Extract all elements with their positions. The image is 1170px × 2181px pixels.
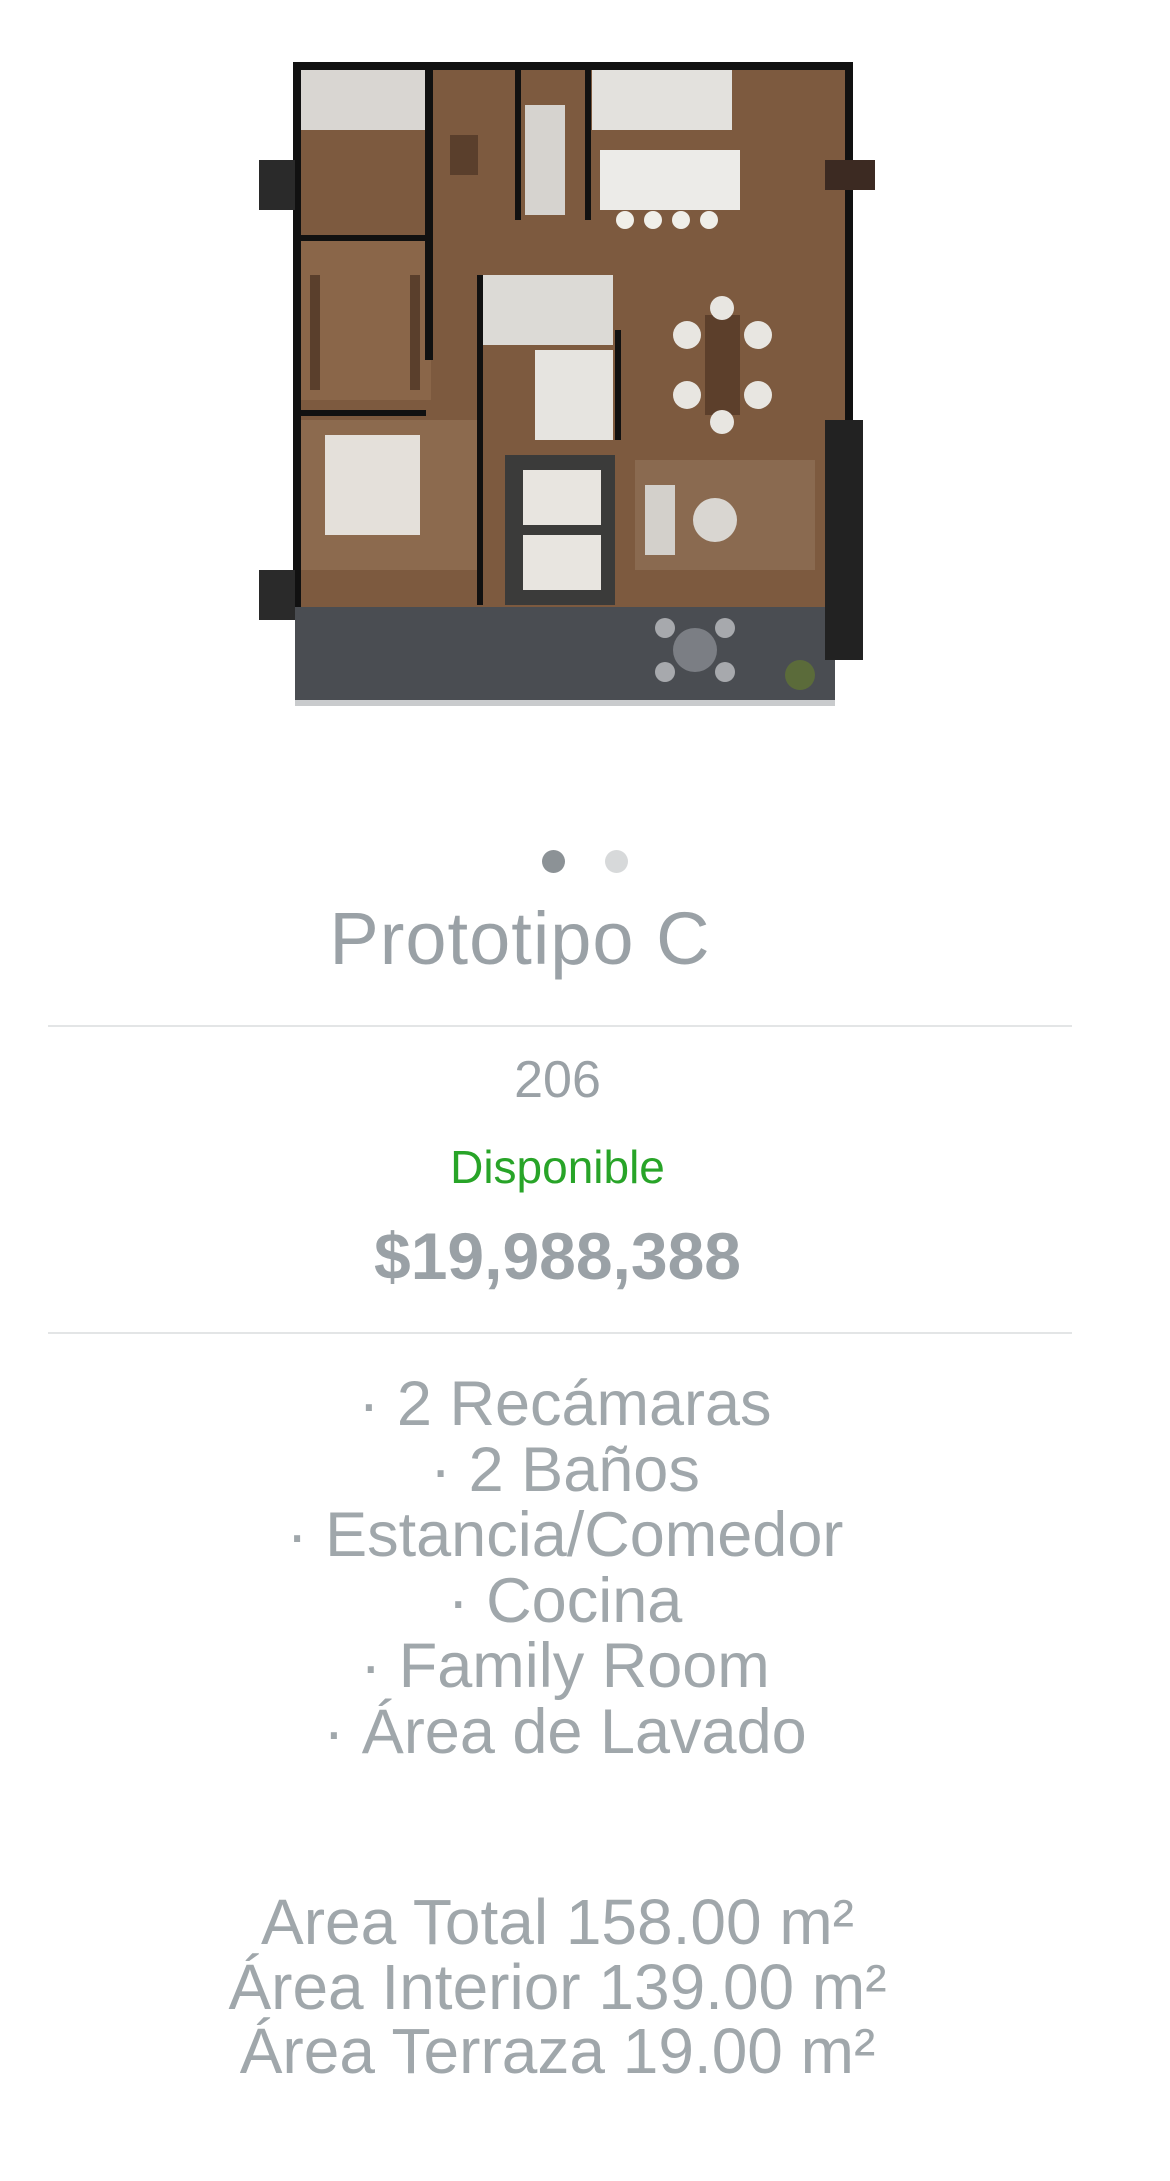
unit-number: 206 bbox=[514, 1051, 601, 1109]
carousel-dots bbox=[0, 850, 1170, 874]
divider bbox=[48, 1332, 1072, 1334]
area-interior: Área Interior 139.00 m² bbox=[228, 1950, 887, 2023]
feature-item: · Área de Lavado bbox=[323, 1696, 807, 1767]
floorplan-image[interactable] bbox=[255, 60, 905, 720]
divider bbox=[48, 1025, 1072, 1027]
feature-item: · Family Room bbox=[360, 1631, 770, 1701]
features-list: · 2 Recámaras · 2 Baños · Estancia/Comed… bbox=[0, 1369, 1130, 1767]
prototype-title: Prototipo C bbox=[329, 897, 711, 980]
areas-list: Area Total 158.00 m² Área Interior 139.0… bbox=[0, 1890, 1115, 2084]
feature-item: · 2 Baños bbox=[430, 1434, 700, 1505]
price: $19,988,388 bbox=[373, 1219, 742, 1293]
terrace-floor bbox=[295, 600, 835, 705]
feature-item: · 2 Recámaras bbox=[358, 1369, 772, 1439]
feature-item: · Cocina bbox=[447, 1565, 683, 1636]
carousel-dot-2[interactable] bbox=[605, 850, 628, 873]
area-total: Area Total 158.00 m² bbox=[261, 1886, 854, 1958]
feature-item: · Estancia/Comedor bbox=[286, 1500, 844, 1570]
carousel-dot-1[interactable] bbox=[542, 850, 565, 873]
area-terrace: Área Terraza 19.00 m² bbox=[239, 2015, 876, 2087]
availability-status: Disponible bbox=[450, 1141, 665, 1193]
